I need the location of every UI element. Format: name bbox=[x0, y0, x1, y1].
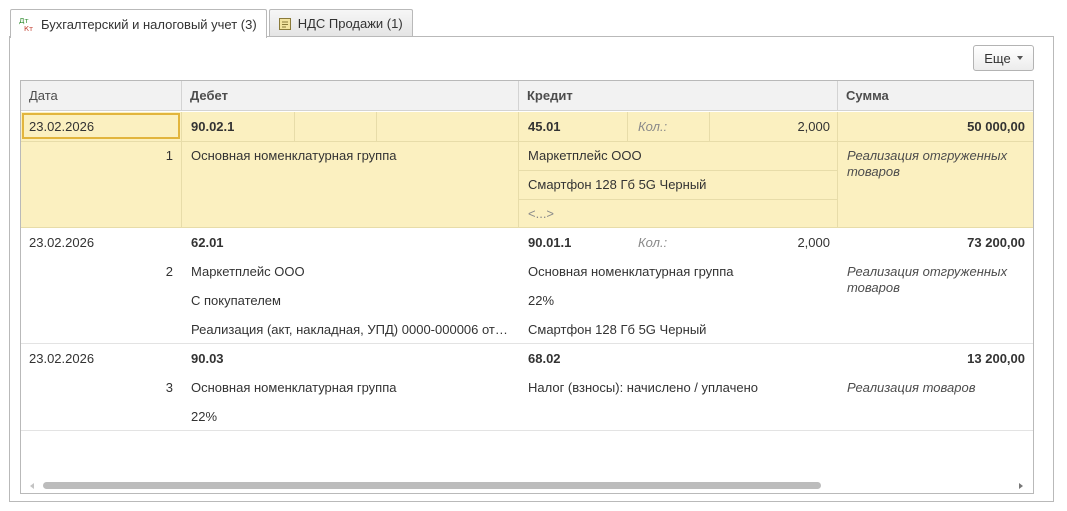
more-button-label: Еще bbox=[984, 50, 1011, 66]
tab-bar: Дт Кт Бухгалтерский и налоговый учет (3)… bbox=[10, 9, 415, 38]
debit-subconto-1[interactable]: Маркетплейс ООО bbox=[191, 257, 511, 286]
column-header-amount[interactable]: Сумма bbox=[838, 81, 1033, 111]
credit-subconto-3[interactable]: Смартфон 128 Гб 5G Черный bbox=[528, 315, 833, 344]
tab-vat-sales[interactable]: НДС Продажи (1) bbox=[268, 9, 413, 37]
entry-description[interactable]: Реализация отгруженных товаров bbox=[847, 141, 1027, 180]
entries-table[interactable]: Дата Дебет Кредит Сумма 23.02.2026 1 90.… bbox=[20, 80, 1034, 494]
credit-subconto-1[interactable]: Налог (взносы): начислено / уплачено bbox=[528, 373, 833, 402]
scrollbar-thumb[interactable] bbox=[43, 482, 821, 489]
horizontal-scrollbar[interactable] bbox=[21, 479, 1033, 493]
table-header: Дата Дебет Кредит Сумма bbox=[21, 81, 1033, 111]
entry-amount[interactable]: 73 200,00 bbox=[847, 228, 1025, 257]
entry-date[interactable]: 23.02.2026 bbox=[29, 228, 179, 257]
credit-qty-label: Кол.: bbox=[638, 235, 668, 250]
table-row[interactable]: 23.02.2026 1 90.02.1 Основная номенклату… bbox=[21, 112, 1033, 228]
entry-number: 1 bbox=[165, 148, 173, 163]
credit-subconto-2[interactable]: Смартфон 128 Гб 5G Черный bbox=[528, 170, 833, 199]
entry-date[interactable]: 23.02.2026 bbox=[29, 112, 179, 141]
tab-accounting[interactable]: Дт Кт Бухгалтерский и налоговый учет (3) bbox=[10, 9, 267, 38]
credit-account[interactable]: 90.01.1 bbox=[528, 228, 623, 257]
entry-description[interactable]: Реализация товаров bbox=[847, 373, 1027, 402]
table-row[interactable]: 23.02.2026 3 90.03 Основная номенклатурн… bbox=[21, 344, 1033, 431]
column-header-credit[interactable]: Кредит bbox=[519, 81, 838, 111]
entry-date[interactable]: 23.02.2026 bbox=[29, 344, 179, 373]
entry-amount[interactable]: 50 000,00 bbox=[847, 112, 1025, 141]
entry-number: 3 bbox=[165, 380, 173, 395]
entry-amount[interactable]: 13 200,00 bbox=[847, 344, 1025, 373]
debit-subconto-1[interactable]: Основная номенклатурная группа bbox=[191, 141, 511, 170]
credit-qty[interactable]: 2,000 bbox=[713, 228, 830, 257]
tab-vat-sales-label: НДС Продажи (1) bbox=[297, 16, 403, 31]
column-header-debit[interactable]: Дебет bbox=[182, 81, 519, 111]
scroll-right-arrow-icon[interactable] bbox=[1019, 483, 1023, 489]
debit-account[interactable]: 62.01 bbox=[191, 228, 291, 257]
chevron-down-icon bbox=[1016, 56, 1023, 60]
debit-account[interactable]: 90.02.1 bbox=[191, 112, 291, 141]
debit-account[interactable]: 90.03 bbox=[191, 344, 291, 373]
tab-accounting-label: Бухгалтерский и налоговый учет (3) bbox=[41, 16, 257, 32]
credit-account[interactable]: 45.01 bbox=[528, 112, 623, 141]
debit-subconto-3[interactable]: Реализация (акт, накладная, УПД) 0000-00… bbox=[191, 315, 509, 344]
column-header-date[interactable]: Дата bbox=[21, 81, 182, 111]
credit-subconto-1[interactable]: Маркетплейс ООО bbox=[528, 141, 833, 170]
debit-subconto-1[interactable]: Основная номенклатурная группа bbox=[191, 373, 511, 402]
credit-subconto-1[interactable]: Основная номенклатурная группа bbox=[528, 257, 833, 286]
credit-account[interactable]: 68.02 bbox=[528, 344, 623, 373]
credit-qty-label: Кол.: bbox=[638, 119, 668, 134]
credit-qty[interactable]: 2,000 bbox=[713, 112, 830, 141]
table-row[interactable]: 23.02.2026 2 62.01 Маркетплейс ООО С пок… bbox=[21, 228, 1033, 344]
entry-description[interactable]: Реализация отгруженных товаров bbox=[847, 257, 1027, 296]
debit-subconto-2[interactable]: С покупателем bbox=[191, 286, 511, 315]
dt-kt-icon: Дт Кт bbox=[19, 16, 35, 32]
debit-subconto-2[interactable]: 22% bbox=[191, 402, 511, 431]
credit-subconto-2[interactable]: 22% bbox=[528, 286, 833, 315]
scroll-left-arrow-icon[interactable] bbox=[30, 483, 34, 489]
credit-subconto-3[interactable]: <...> bbox=[528, 199, 833, 228]
entry-number: 2 bbox=[165, 264, 173, 279]
svg-text:Дт: Дт bbox=[19, 17, 29, 25]
svg-text:Кт: Кт bbox=[24, 25, 33, 32]
more-button[interactable]: Еще bbox=[973, 45, 1034, 71]
register-icon bbox=[278, 17, 292, 31]
